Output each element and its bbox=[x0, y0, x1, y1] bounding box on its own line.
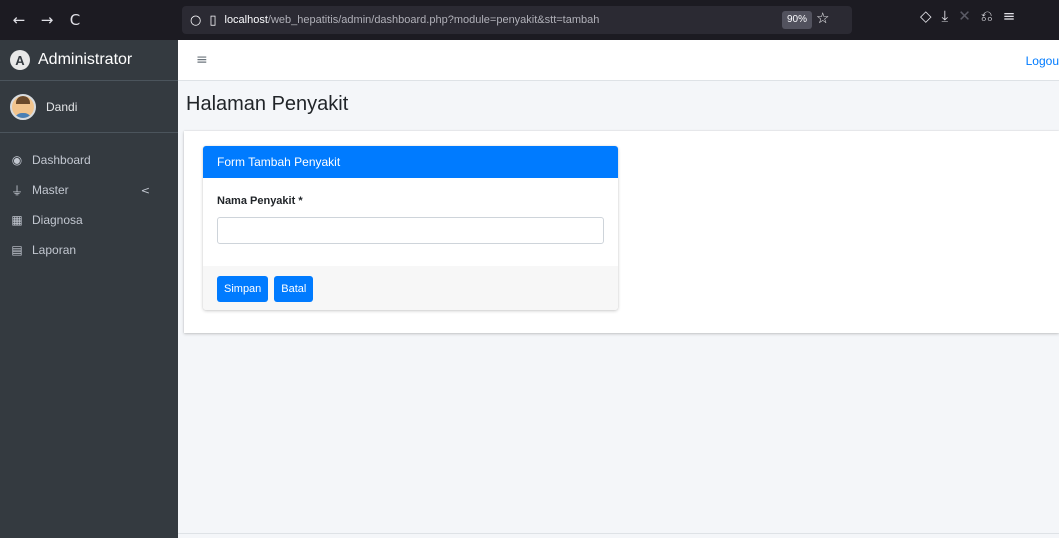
user-name: Dandi bbox=[46, 99, 78, 114]
dashboard-icon: ◉ bbox=[11, 153, 23, 167]
reload-icon[interactable]: C bbox=[62, 7, 88, 33]
shield-icon[interactable]: ○ bbox=[190, 13, 201, 28]
top-navbar: ≡ Logou bbox=[178, 40, 1059, 81]
nama-penyakit-input[interactable] bbox=[217, 217, 604, 244]
zoom-level[interactable]: 90% bbox=[782, 11, 813, 29]
sidebar-item-master[interactable]: ⏚ Master < bbox=[0, 175, 178, 205]
user-panel[interactable]: Dandi bbox=[0, 81, 178, 133]
plug-icon: ⏚ bbox=[10, 183, 23, 198]
chevron-left-icon[interactable]: < bbox=[141, 184, 150, 197]
extensions-icon[interactable]: ⎌ bbox=[981, 7, 993, 25]
building-icon: ▦ bbox=[11, 213, 23, 227]
browser-right-tools: ◇ ⤓ ✕ ⎌ ≡ bbox=[920, 7, 1015, 25]
brand-logo-icon: A bbox=[10, 50, 30, 70]
back-icon[interactable]: ← bbox=[6, 7, 32, 33]
simpan-button[interactable]: Simpan bbox=[217, 276, 269, 302]
brand-text: Administrator bbox=[38, 51, 133, 68]
address-bar[interactable]: ○ ▯ localhost/web_hepatitis/admin/dashbo… bbox=[182, 6, 852, 34]
nama-penyakit-label: Nama Penyakit * bbox=[217, 195, 303, 207]
sidebar-menu: ◉ Dashboard ⏚ Master < ▦ Diagnosa ▤ Lapo… bbox=[0, 133, 178, 265]
brand-link[interactable]: A Administrator bbox=[0, 40, 178, 81]
close-icon[interactable]: ✕ bbox=[958, 7, 971, 25]
sidebar-item-label: Dashboard bbox=[32, 153, 91, 167]
book-icon: ▤ bbox=[11, 243, 23, 257]
browser-nav-group: ← → C bbox=[0, 7, 180, 33]
avatar bbox=[10, 93, 36, 120]
menu-toggle-icon[interactable]: ≡ bbox=[196, 52, 208, 68]
content-wrapper: Halaman Penyakit Form Tambah Penyakit Na… bbox=[178, 81, 1059, 538]
sidebar-item-diagnosa[interactable]: ▦ Diagnosa bbox=[0, 205, 178, 235]
url-host: localhost bbox=[224, 14, 268, 26]
batal-button[interactable]: Batal bbox=[274, 276, 314, 302]
sidebar-item-label: Master bbox=[32, 183, 69, 197]
download-icon[interactable]: ⤓ bbox=[942, 7, 949, 25]
app-menu-icon[interactable]: ≡ bbox=[1003, 7, 1016, 25]
url-path: /web_hepatitis/admin/dashboard.php?modul… bbox=[267, 14, 600, 26]
page-title: Halaman Penyakit bbox=[186, 93, 349, 115]
sidebar-item-laporan[interactable]: ▤ Laporan bbox=[0, 235, 178, 265]
forward-icon[interactable]: → bbox=[34, 7, 60, 33]
sidebar: A Administrator Dandi ◉ Dashboard ⏚ Mast… bbox=[0, 40, 178, 538]
pocket-icon[interactable]: ◇ bbox=[920, 7, 932, 25]
form-card-footer: Simpan Batal bbox=[203, 266, 618, 310]
sidebar-item-dashboard[interactable]: ◉ Dashboard bbox=[0, 145, 178, 175]
footer-divider bbox=[178, 533, 1059, 534]
sidebar-item-label: Diagnosa bbox=[32, 213, 83, 227]
bookmark-star-icon[interactable]: ☆ bbox=[816, 9, 829, 27]
sidebar-item-label: Laporan bbox=[32, 243, 77, 257]
browser-toolbar: ← → C ○ ▯ localhost/web_hepatitis/admin/… bbox=[0, 0, 1059, 40]
form-card-body: Nama Penyakit * bbox=[203, 178, 618, 266]
form-card-header: Form Tambah Penyakit bbox=[203, 146, 618, 178]
form-card: Form Tambah Penyakit Nama Penyakit * Sim… bbox=[203, 146, 618, 310]
logout-link[interactable]: Logou bbox=[1026, 54, 1059, 68]
page-icon: ▯ bbox=[209, 12, 217, 28]
url-text[interactable]: localhost/web_hepatitis/admin/dashboard.… bbox=[225, 14, 600, 26]
